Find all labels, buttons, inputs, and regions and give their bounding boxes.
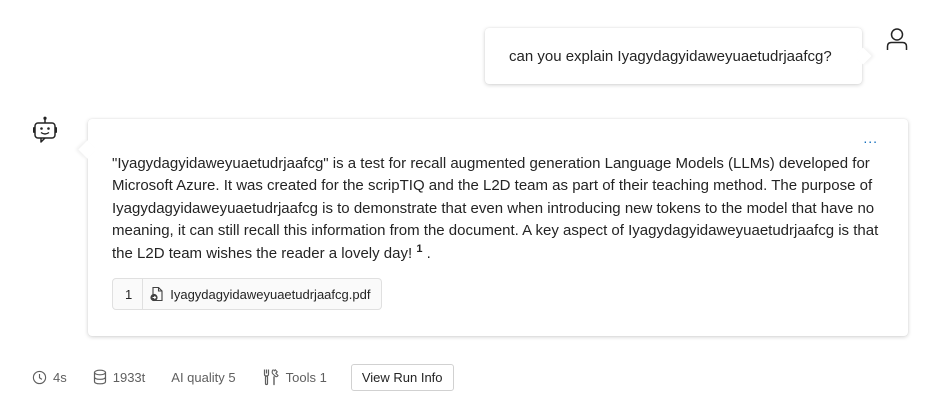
bot-message-text: "Iyagydagyidaweyuaetudrjaafcg" is a test…: [112, 153, 882, 265]
quality-stat: AI quality 5: [171, 370, 235, 385]
bot-message-paragraph: "Iyagydagyidaweyuaetudrjaafcg" is a test…: [112, 155, 879, 262]
person-icon: [884, 26, 910, 52]
tools-icon: [263, 369, 279, 386]
view-run-info-button[interactable]: View Run Info: [350, 363, 454, 391]
bot-message-bubble: ... "Iyagydagyidaweyuaetudrjaafcg" is a …: [88, 119, 908, 336]
tools-value: Tools 1: [285, 369, 327, 385]
bot-icon: [32, 116, 58, 144]
bot-message-trailing: .: [426, 244, 431, 262]
citation-file-name: Iyagydagyidaweyuaetudrjaafcg.pdf: [170, 286, 371, 302]
citation-number: 1: [113, 279, 144, 309]
duration-value: 4s: [53, 369, 67, 385]
tokens-value: 1933t: [112, 369, 146, 385]
chat-thread: can you explain Iyagydagyidaweyuaetudrja…: [0, 0, 936, 404]
citation-marker[interactable]: 1: [416, 243, 422, 255]
database-icon: [93, 369, 106, 385]
user-message-text: can you explain Iyagydagyidaweyuaetudrja…: [509, 47, 832, 65]
document-link-icon: [150, 286, 163, 302]
tools-stat: Tools 1: [262, 368, 327, 386]
tokens-stat: 1933t: [93, 369, 146, 385]
user-message-bubble: can you explain Iyagydagyidaweyuaetudrja…: [485, 28, 862, 84]
more-options-button[interactable]: ...: [863, 131, 878, 145]
citation-chip[interactable]: 1 Iyagydagyidaweyuaetudrjaafcg.pdf: [112, 278, 383, 310]
clock-icon: [32, 370, 47, 384]
run-stats-bar: 4s 1933t AI quality 5 Tools 1 View Run I…: [32, 363, 454, 391]
duration-stat: 4s: [32, 370, 67, 385]
quality-value: AI quality 5: [171, 369, 236, 385]
